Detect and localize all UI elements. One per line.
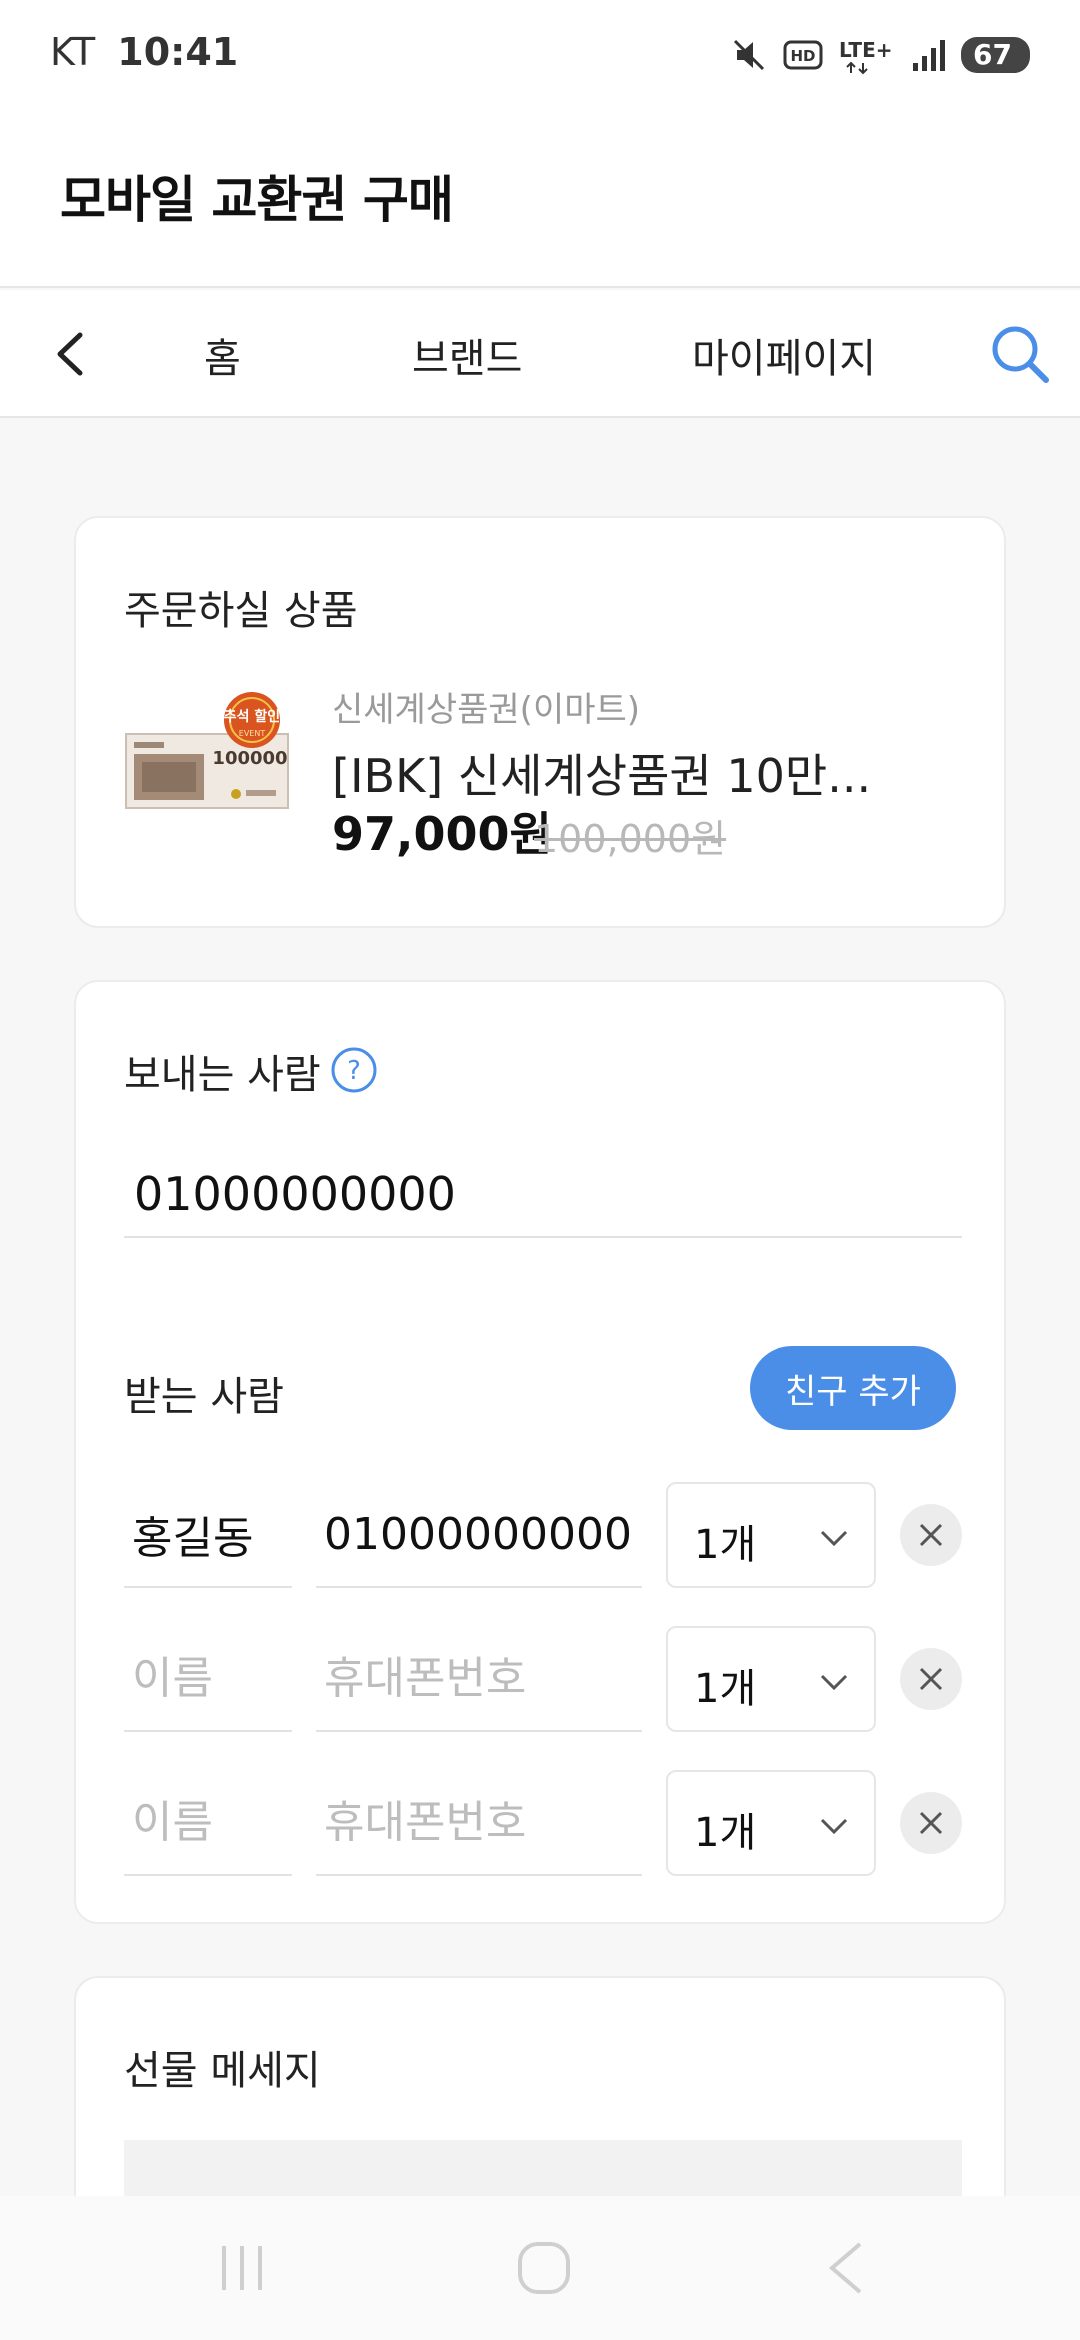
svg-text:100000: 100000 xyxy=(212,748,287,769)
remove-receiver-button[interactable] xyxy=(900,1648,962,1710)
gift-voucher-image: 100000 추석 할인 EVENT xyxy=(125,692,289,809)
search-icon xyxy=(992,326,1049,383)
status-bar: KT 10:41 HD LTE+ 67 xyxy=(0,0,1080,110)
page-title: 모바일 교환권 구매 xyxy=(60,171,454,229)
sender-phone-input[interactable] xyxy=(124,1152,962,1238)
svg-text:추석 할인: 추석 할인 xyxy=(224,708,280,725)
remove-receiver-button[interactable] xyxy=(900,1792,962,1854)
receiver-phone-input[interactable] xyxy=(316,1482,642,1588)
help-button[interactable]: ? xyxy=(330,1046,378,1094)
receiver-name-input[interactable] xyxy=(124,1770,292,1876)
chevron-down-icon xyxy=(820,1818,848,1835)
receiver-name-input[interactable] xyxy=(124,1482,292,1588)
help-icon: ? xyxy=(331,1047,377,1093)
hd-icon: HD xyxy=(783,38,823,72)
lte-icon: LTE+ xyxy=(837,35,897,75)
home-button[interactable] xyxy=(512,2236,576,2300)
receiver-label: 받는 사람 xyxy=(124,1374,284,1420)
close-icon xyxy=(919,1811,943,1835)
system-back-button[interactable] xyxy=(814,2236,878,2300)
quantity-value: 1개 xyxy=(694,1522,757,1568)
recent-apps-button[interactable] xyxy=(210,2236,274,2300)
clock: 10:41 xyxy=(117,30,239,74)
tab-brand[interactable]: 브랜드 xyxy=(412,326,522,384)
chevron-down-icon xyxy=(820,1674,848,1691)
quantity-value: 1개 xyxy=(694,1810,757,1856)
recipient-card: 보내는 사람 ? 받는 사람 친구 추가 1개 1개 1개 xyxy=(74,980,1006,1924)
mute-icon xyxy=(729,35,769,75)
recent-apps-icon xyxy=(222,2246,262,2290)
status-icons: HD LTE+ 67 xyxy=(729,30,1030,80)
system-nav-bar xyxy=(0,2196,1080,2340)
order-card: 주문하실 상품 100000 추석 할인 EVENT 신세계상품권(이마트) [… xyxy=(74,516,1006,928)
sender-label: 보내는 사람 xyxy=(124,1052,321,1098)
chevron-down-icon xyxy=(820,1530,848,1547)
quantity-select[interactable]: 1개 xyxy=(666,1770,876,1876)
product-thumbnail[interactable]: 100000 추석 할인 EVENT xyxy=(124,690,294,820)
chevron-left-icon xyxy=(57,332,83,376)
svg-text:?: ? xyxy=(347,1056,361,1086)
app-header: 모바일 교환권 구매 xyxy=(0,110,1080,288)
close-icon xyxy=(919,1523,943,1547)
battery-indicator: 67 xyxy=(961,37,1030,73)
svg-text:HD: HD xyxy=(791,47,816,65)
receiver-name-input[interactable] xyxy=(124,1626,292,1732)
status-left: KT 10:41 xyxy=(50,30,238,74)
tab-home[interactable]: 홈 xyxy=(204,326,241,384)
svg-text:EVENT: EVENT xyxy=(239,729,266,738)
close-icon xyxy=(919,1667,943,1691)
back-button[interactable] xyxy=(40,324,100,384)
tab-mypage[interactable]: 마이페이지 xyxy=(692,326,876,384)
search-button[interactable] xyxy=(988,322,1052,386)
product-name[interactable]: [IBK] 신세계상품권 10만... xyxy=(332,740,952,806)
nav-bar: 홈 브랜드 마이페이지 xyxy=(0,290,1080,418)
quantity-value: 1개 xyxy=(694,1666,757,1712)
svg-text:LTE+: LTE+ xyxy=(839,38,893,62)
order-section-title: 주문하실 상품 xyxy=(124,588,358,634)
receiver-phone-input[interactable] xyxy=(316,1770,642,1876)
add-friend-button[interactable]: 친구 추가 xyxy=(750,1346,956,1430)
product-original-price: 100,000원 xyxy=(534,817,727,861)
product-brand: 신세계상품권(이마트) xyxy=(332,690,641,730)
quantity-select[interactable]: 1개 xyxy=(666,1626,876,1732)
receiver-phone-input[interactable] xyxy=(316,1626,642,1732)
signal-icon xyxy=(911,37,947,73)
back-arrow-icon xyxy=(828,2242,862,2294)
home-icon xyxy=(518,2242,570,2294)
carrier-label: KT xyxy=(50,30,96,74)
gift-message-label: 선물 메세지 xyxy=(124,2048,321,2094)
remove-receiver-button[interactable] xyxy=(900,1504,962,1566)
quantity-select[interactable]: 1개 xyxy=(666,1482,876,1588)
product-price: 97,000원 xyxy=(332,807,552,861)
